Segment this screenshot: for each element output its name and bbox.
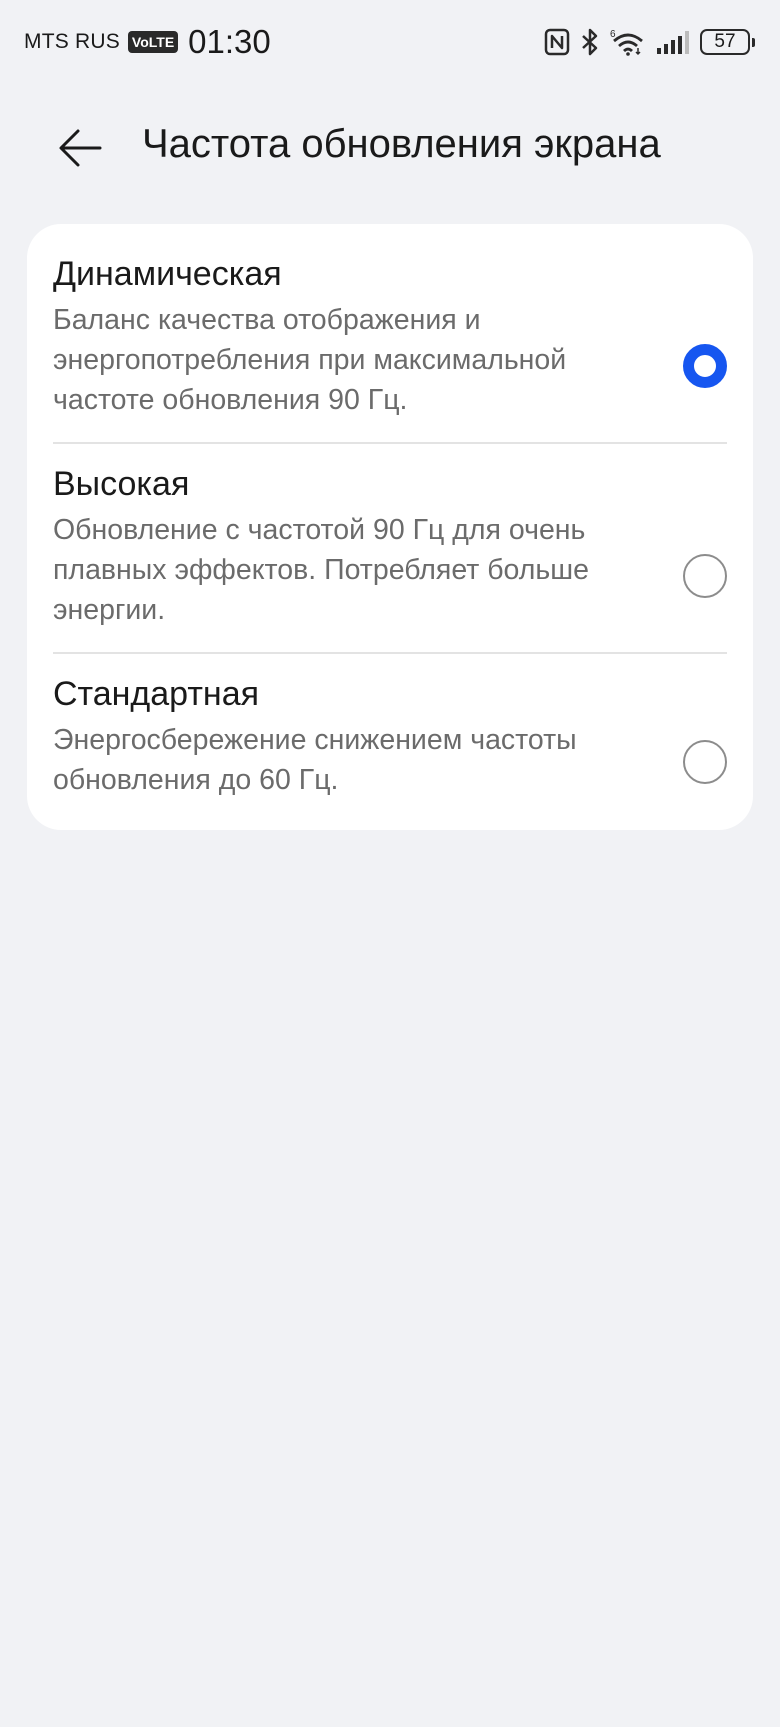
option-description: Баланс качества отображения и энергопотр… — [53, 304, 567, 416]
option-title: Высокая — [53, 465, 190, 503]
option-description: Обновление с частотой 90 Гц для очень пл… — [53, 514, 589, 626]
wifi-6-icon: 6 — [610, 27, 646, 57]
refresh-rate-options-card: Динамическая Баланс качества отображения… — [27, 224, 753, 830]
divider — [53, 442, 727, 444]
option-title: Динамическая — [53, 255, 282, 293]
clock: 01:30 — [188, 23, 271, 60]
status-right: 6 57 — [544, 22, 758, 62]
option-title: Стандартная — [53, 675, 260, 713]
nfc-icon — [544, 28, 570, 56]
option-description: Энергосбережение снижением частоты обнов… — [53, 724, 577, 796]
signal-icon — [656, 29, 690, 55]
option-dynamic[interactable]: Динамическая Баланс качества отображения… — [53, 252, 727, 420]
volte-badge: VoLTE — [127, 31, 179, 53]
back-button[interactable] — [50, 118, 110, 178]
bluetooth-icon — [580, 27, 600, 57]
status-left: MTS RUS VoLTE 01:30 — [24, 22, 271, 62]
carrier-name: MTS RUS — [24, 30, 120, 53]
radio-button[interactable] — [683, 554, 727, 598]
header: Частота обновления экрана — [0, 104, 780, 184]
status-bar: MTS RUS VoLTE 01:30 6 57 — [0, 0, 780, 84]
radio-button-selected[interactable] — [683, 344, 727, 388]
battery-level: 57 — [714, 31, 736, 52]
divider — [53, 652, 727, 654]
option-standard[interactable]: Стандартная Энергосбережение снижением ч… — [53, 672, 727, 800]
radio-button[interactable] — [683, 740, 727, 784]
option-high[interactable]: Высокая Обновление с частотой 90 Гц для … — [53, 462, 727, 630]
arrow-left-icon — [59, 129, 102, 167]
battery-icon: 57 — [700, 29, 755, 55]
page-title: Частота обновления экрана — [142, 122, 661, 166]
